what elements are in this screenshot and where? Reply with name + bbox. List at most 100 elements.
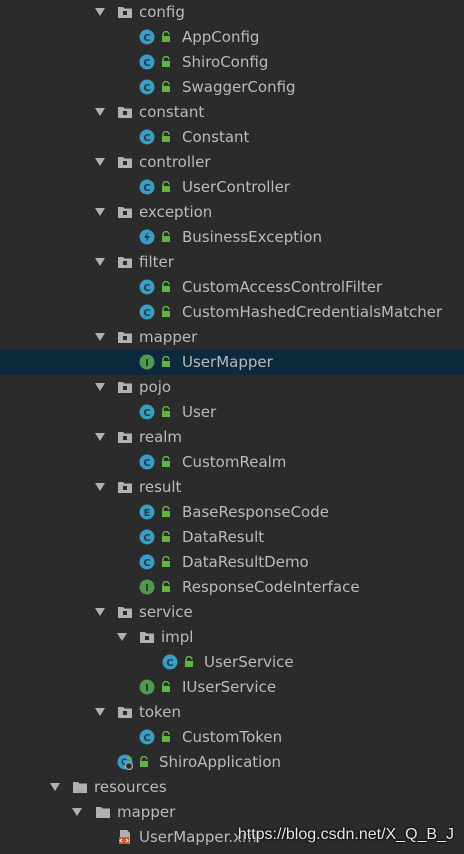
tree-item-label: CustomAccessControlFilter [182,278,383,296]
lock-icon [162,406,170,417]
tree-item-label: UserMapper [182,353,273,371]
tree-item-label: DataResult [182,528,265,546]
tree-folder-resources[interactable]: resources [0,775,464,800]
package-folder-icon [118,382,132,393]
expand-arrow-icon[interactable] [95,108,105,116]
package-folder-icon [118,7,132,18]
tree-folder-resources-mapper[interactable]: mapper [0,800,464,825]
tree-folder-filter[interactable]: filter [0,250,464,275]
package-folder-icon [118,207,132,218]
expand-arrow-icon[interactable] [95,158,105,166]
tree-item-responsecodeinterface[interactable]: I ResponseCodeInterface [0,575,464,600]
tree-item-iuserservice[interactable]: I IUserService [0,675,464,700]
tree-folder-exception[interactable]: exception [0,200,464,225]
expand-arrow-icon[interactable] [95,708,105,716]
tree-item-user[interactable]: C User [0,400,464,425]
tree-item-label: AppConfig [182,28,260,46]
class-icon: C [139,79,155,95]
tree-item-shiroapplication[interactable]: C ShiroApplication [0,750,464,775]
tree-item-customtoken[interactable]: C CustomToken [0,725,464,750]
tree-item-label: ResponseCodeInterface [182,578,360,596]
tree-folder-token[interactable]: token [0,700,464,725]
class-icon: C [139,304,155,320]
package-folder-icon [118,257,132,268]
class-icon: C [139,454,155,470]
tree-item-label: IUserService [182,678,277,696]
package-folder-icon [118,482,132,493]
lock-icon [162,81,170,92]
tree-item-label: realm [139,428,183,446]
expand-arrow-icon[interactable] [95,383,105,391]
tree-item-appconfig[interactable]: C AppConfig [0,25,464,50]
tree-item-label: config [139,3,185,21]
class-icon: C [139,179,155,195]
class-icon: C [139,529,155,545]
lock-icon [162,581,170,592]
expand-arrow-icon[interactable] [95,258,105,266]
lock-icon [162,181,170,192]
expand-arrow-icon[interactable] [95,608,105,616]
tree-folder-controller[interactable]: controller [0,150,464,175]
watermark-text: https://blog.csdn.net/X_Q_B_J [237,826,454,843]
tree-item-usercontroller[interactable]: C UserController [0,175,464,200]
expand-arrow-icon[interactable] [117,633,127,641]
tree-folder-service[interactable]: service [0,600,464,625]
tree-item-label: Constant [182,128,250,146]
svg-text:C: C [143,58,150,69]
tree-folder-pojo[interactable]: pojo [0,375,464,400]
tree-item-dataresult[interactable]: C DataResult [0,525,464,550]
interface-icon: I [139,679,155,695]
tree-item-customhashedcredentialsmatcher[interactable]: C CustomHashedCredentialsMatcher [0,300,464,325]
class-icon: C [139,279,155,295]
tree-item-swaggerconfig[interactable]: C SwaggerConfig [0,75,464,100]
tree-item-shiroconfig[interactable]: C ShiroConfig [0,50,464,75]
svg-text:C: C [143,283,150,294]
tree-item-label: CustomToken [182,728,283,746]
lock-icon [162,56,170,67]
class-icon: C [162,654,178,670]
tree-item-label: DataResultDemo [182,553,309,571]
lock-icon [185,656,193,667]
tree-item-baseresponsecode[interactable]: E BaseResponseCode [0,500,464,525]
tree-item-label: pojo [139,378,172,396]
tree-item-label: mapper [117,803,176,821]
tree-item-label: impl [161,628,194,646]
lock-icon [162,456,170,467]
interface-icon: I [139,579,155,595]
expand-arrow-icon[interactable] [95,208,105,216]
expand-arrow-icon[interactable] [50,783,60,791]
tree-folder-result[interactable]: result [0,475,464,500]
tree-item-label: exception [139,203,213,221]
svg-text:C: C [143,533,150,544]
tree-folder-realm[interactable]: realm [0,425,464,450]
tree-item-userservice[interactable]: C UserService [0,650,464,675]
tree-item-customaccesscontrolfilter[interactable]: C CustomAccessControlFilter [0,275,464,300]
project-tree: config C AppConfig C ShiroConfig C Swagg… [0,0,464,854]
package-folder-icon [118,157,132,168]
expand-arrow-icon[interactable] [95,8,105,16]
tree-folder-constant[interactable]: constant [0,100,464,125]
lock-icon [162,681,170,692]
tree-folder-config[interactable]: config [0,0,464,25]
tree-item-dataresultdemo[interactable]: C DataResultDemo [0,550,464,575]
lock-icon [162,281,170,292]
interface-icon: I [139,354,155,370]
tree-item-label: filter [139,253,174,271]
expand-arrow-icon[interactable] [95,333,105,341]
tree-item-constant[interactable]: C Constant [0,125,464,150]
package-folder-icon [118,707,132,718]
tree-folder-impl[interactable]: impl [0,625,464,650]
package-folder-icon [118,332,132,343]
tree-item-label: mapper [139,328,198,346]
tree-item-label: UserService [204,653,294,671]
tree-item-customrealm[interactable]: C CustomRealm [0,450,464,475]
expand-arrow-icon[interactable] [72,808,82,816]
package-folder-icon [118,107,132,118]
expand-arrow-icon[interactable] [95,483,105,491]
folder-icon [96,807,110,818]
expand-arrow-icon[interactable] [95,433,105,441]
tree-item-businessexception[interactable]: BusinessException [0,225,464,250]
tree-folder-mapper[interactable]: mapper [0,325,464,350]
class-icon: C [139,554,155,570]
tree-item-usermapper-selected[interactable]: I UserMapper [0,350,464,375]
